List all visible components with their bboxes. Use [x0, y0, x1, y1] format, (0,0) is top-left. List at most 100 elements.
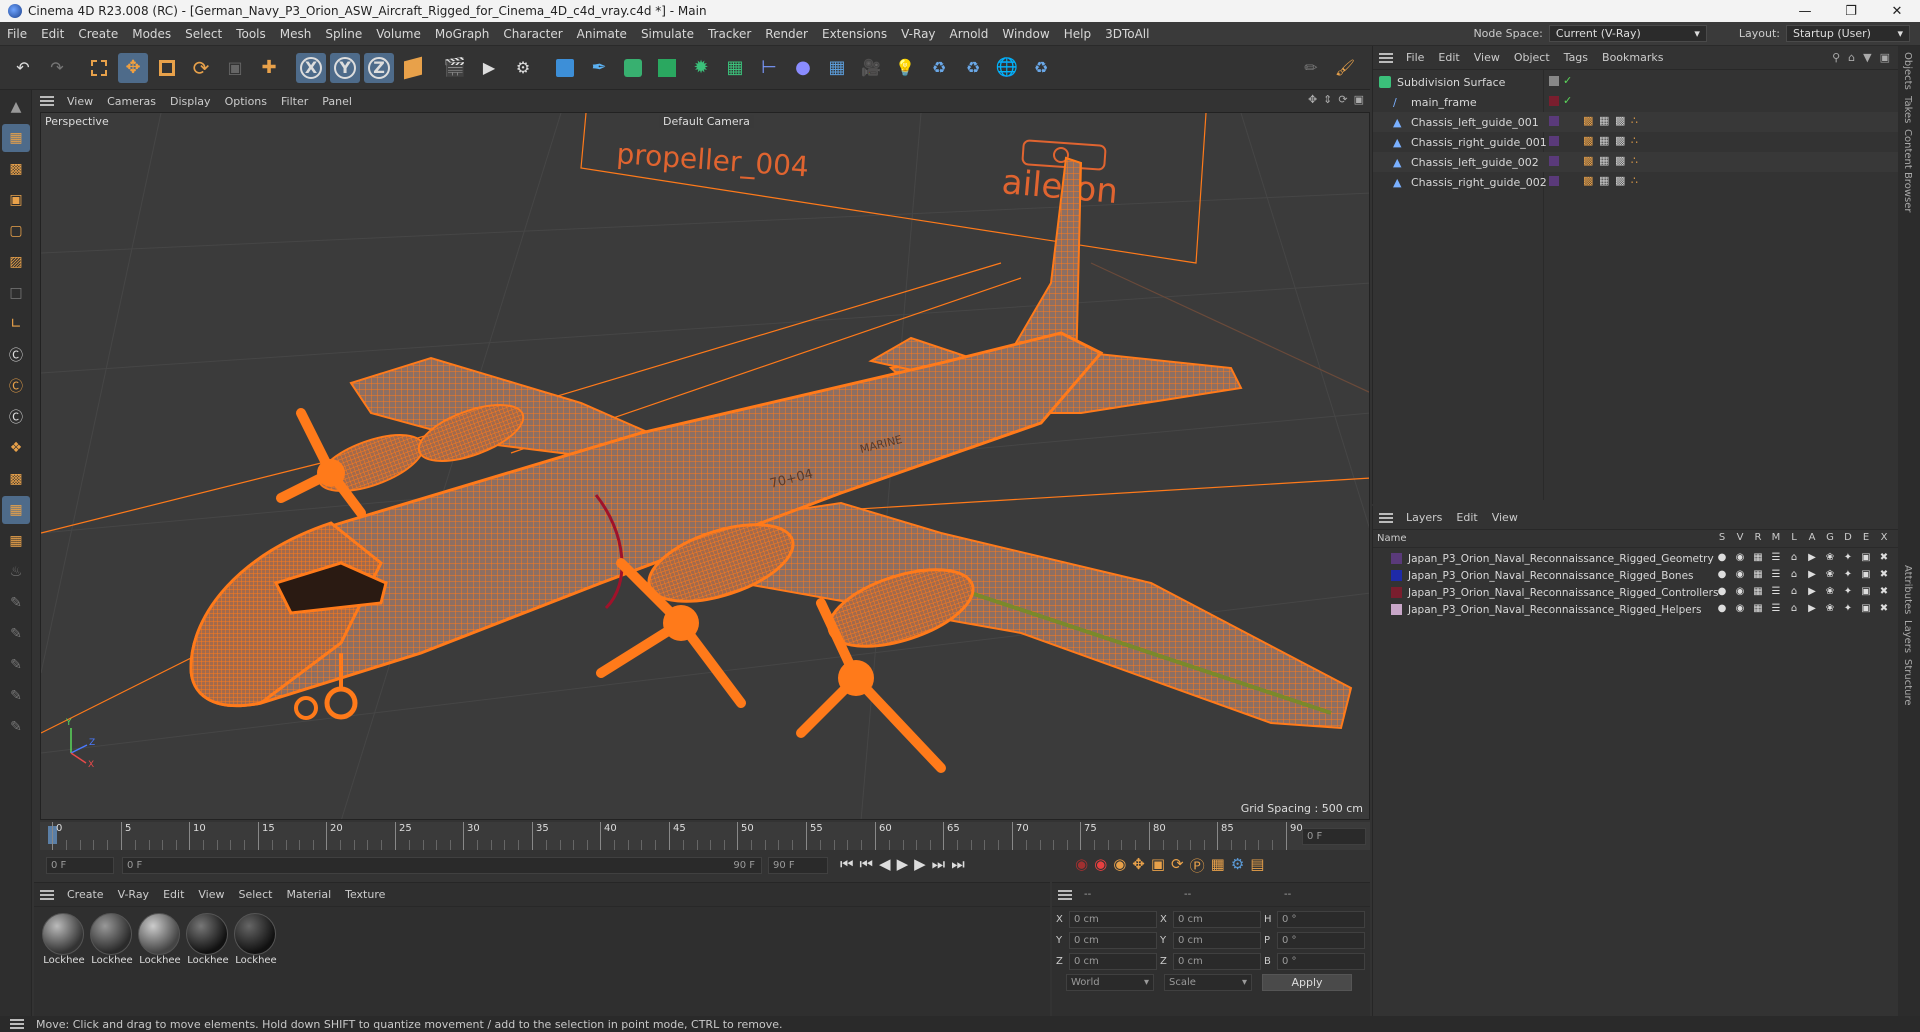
parameter-key-icon[interactable]: Ⓟ: [1190, 855, 1205, 876]
camera-button[interactable]: 🎥: [856, 53, 886, 83]
home-icon[interactable]: ⌂: [1848, 51, 1855, 64]
timeline-window-icon[interactable]: ▤: [1250, 855, 1264, 876]
layer-color-swatch[interactable]: [1391, 553, 1402, 564]
material-tag-icon[interactable]: ▩: [1583, 114, 1593, 127]
menu-arnold[interactable]: Arnold: [943, 27, 996, 41]
record-icon[interactable]: ◉: [1075, 855, 1088, 876]
mat-menu-texture[interactable]: Texture: [338, 888, 392, 901]
restore-icon[interactable]: ❐: [1828, 0, 1874, 22]
viewport-menu-panel[interactable]: Panel: [315, 95, 359, 108]
x-axis-lock-button[interactable]: X: [296, 52, 326, 83]
mograph-button[interactable]: ▦: [720, 53, 750, 83]
move-tool-button[interactable]: ✥: [118, 52, 148, 83]
position-x-field[interactable]: 0 cm: [1069, 911, 1157, 928]
brush-button[interactable]: ✎: [2, 620, 30, 648]
next-key-icon[interactable]: ⏭: [932, 855, 946, 873]
menu-tools[interactable]: Tools: [229, 27, 273, 41]
viewport-menu-cameras[interactable]: Cameras: [100, 95, 163, 108]
material-swatch[interactable]: Lockhee: [42, 913, 86, 966]
joint-button[interactable]: ✎: [2, 713, 30, 741]
maximize-view-icon[interactable]: ▣: [1354, 93, 1364, 106]
position-key-icon[interactable]: ✥: [1132, 855, 1145, 876]
layer-row[interactable]: Japan_P3_Orion_Naval_Reconnaissance_Rigg…: [1373, 550, 1898, 567]
snap-button[interactable]: Ⓒ: [2, 341, 30, 369]
visible-flag-icon[interactable]: ◉: [1731, 603, 1749, 614]
subdivision-button[interactable]: [618, 53, 648, 83]
next-frame-icon[interactable]: ▶: [914, 855, 926, 873]
preview-range-slider[interactable]: 0 F 90 F: [122, 857, 762, 874]
size-y-field[interactable]: 0 cm: [1173, 932, 1261, 949]
bend-deformer-button[interactable]: ⊢: [754, 53, 784, 83]
rotation-key-icon[interactable]: ⟳: [1171, 855, 1184, 876]
menu-edit[interactable]: Edit: [34, 27, 71, 41]
size-mode-select[interactable]: Scale ▾: [1164, 974, 1252, 991]
constraint-tag-icon[interactable]: ∴: [1631, 134, 1638, 147]
tab-takes[interactable]: Takes: [1902, 96, 1913, 123]
floor-button[interactable]: ▦: [822, 53, 852, 83]
play-icon[interactable]: ▶: [897, 855, 909, 873]
checker-tag-icon[interactable]: ▩: [1615, 174, 1625, 187]
menu-mograph[interactable]: MoGraph: [428, 27, 497, 41]
xref-flag-icon[interactable]: ✖: [1875, 603, 1893, 614]
recent-tool-button[interactable]: ▣: [220, 53, 250, 83]
animation-flag-icon[interactable]: ▶: [1803, 552, 1821, 563]
obj-menu-tags[interactable]: Tags: [1557, 51, 1595, 64]
generators-flag-icon[interactable]: ❀: [1821, 569, 1839, 580]
viewport-menu-view[interactable]: View: [60, 95, 100, 108]
weight-button[interactable]: ✎: [2, 682, 30, 710]
checkmark-icon[interactable]: ✓: [1563, 94, 1572, 107]
viewport-menu-options[interactable]: Options: [218, 95, 274, 108]
tab-objects[interactable]: Objects: [1902, 52, 1913, 90]
end-frame-field[interactable]: 90 F: [768, 857, 828, 874]
redo-button[interactable]: ↷: [42, 53, 72, 83]
render-view-button[interactable]: 🎬: [440, 53, 470, 83]
hamburger-icon[interactable]: [10, 1019, 24, 1029]
texture-tag-icon[interactable]: ▦: [1599, 154, 1609, 167]
paint-tool-button[interactable]: 🖌: [1330, 52, 1360, 82]
viewport-menu-display[interactable]: Display: [163, 95, 218, 108]
grid-workplane-button[interactable]: ▦: [2, 496, 30, 524]
menu-mesh[interactable]: Mesh: [273, 27, 319, 41]
locked-flag-icon[interactable]: ⌂: [1785, 586, 1803, 597]
locked-workplane-button[interactable]: ▦: [2, 527, 30, 555]
camera-label[interactable]: Default Camera: [659, 115, 754, 128]
menu-window[interactable]: Window: [995, 27, 1056, 41]
manager-flag-icon[interactable]: ☰: [1767, 569, 1785, 580]
hamburger-icon[interactable]: [1058, 889, 1072, 900]
object-row[interactable]: ▲ Chassis_left_guide_002 ▩ ▦ ▩ ∴: [1373, 152, 1898, 172]
material-swatch[interactable]: Lockhee: [90, 913, 134, 966]
animation-flag-icon[interactable]: ▶: [1803, 569, 1821, 580]
expressions-flag-icon[interactable]: ▣: [1857, 552, 1875, 563]
viewport-menu-filter[interactable]: Filter: [274, 95, 315, 108]
y-axis-lock-button[interactable]: Y: [330, 52, 360, 83]
timeline-ruler[interactable]: 0 5 10 15 20 25 30 35 40 45 50 55 60 65 70 75 80 85 90 0 F: [40, 822, 1370, 850]
undo-button[interactable]: ↶: [8, 53, 38, 83]
manager-flag-icon[interactable]: ☰: [1767, 586, 1785, 597]
deformers-flag-icon[interactable]: ✦: [1839, 552, 1857, 563]
obj-menu-view[interactable]: View: [1467, 51, 1507, 64]
expressions-flag-icon[interactable]: ▣: [1857, 586, 1875, 597]
field-button[interactable]: ●: [788, 53, 818, 83]
menu-select[interactable]: Select: [178, 27, 229, 41]
axis-mode-button[interactable]: ∟: [2, 310, 30, 338]
mat-menu-create[interactable]: Create: [60, 888, 111, 901]
constraint-tag-icon[interactable]: ∴: [1631, 154, 1638, 167]
new-window-icon[interactable]: ▣: [1880, 51, 1890, 64]
checker-tag-icon[interactable]: ▩: [1615, 134, 1625, 147]
texture-tag-icon[interactable]: ▦: [1599, 114, 1609, 127]
menu-3dtoall[interactable]: 3DToAll: [1098, 27, 1156, 41]
obj-menu-edit[interactable]: Edit: [1431, 51, 1466, 64]
object-row[interactable]: Subdivision Surface ✓: [1373, 72, 1898, 92]
polygons-mode-button[interactable]: ▨: [2, 248, 30, 276]
orbit-view-icon[interactable]: ⟳: [1338, 93, 1347, 106]
manager-flag-icon[interactable]: ☰: [1767, 603, 1785, 614]
rotation-h-field[interactable]: 0 °: [1277, 911, 1365, 928]
coordinate-system-button[interactable]: [398, 53, 428, 83]
mat-menu-material[interactable]: Material: [279, 888, 338, 901]
quantize-button[interactable]: Ⓒ: [2, 403, 30, 431]
layer-color-swatch[interactable]: [1391, 587, 1402, 598]
menu-create[interactable]: Create: [71, 27, 125, 41]
generators-flag-icon[interactable]: ❀: [1821, 603, 1839, 614]
hamburger-icon[interactable]: [40, 96, 54, 106]
tab-structure[interactable]: Structure: [1902, 659, 1913, 706]
